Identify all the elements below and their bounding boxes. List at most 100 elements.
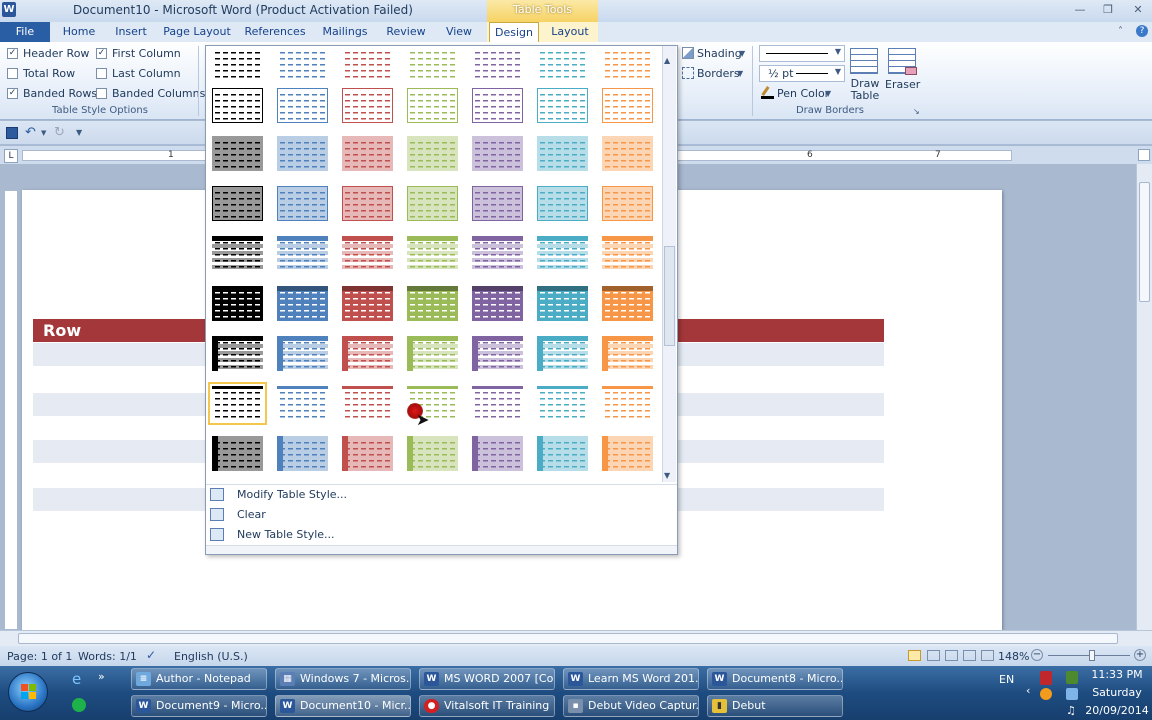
total-row-checkbox[interactable]: [7, 68, 18, 79]
start-button[interactable]: [8, 672, 48, 712]
taskbar-item[interactable]: W Document9 - Micro...: [131, 695, 267, 717]
borders-button[interactable]: Borders: [697, 67, 740, 80]
table-style-thumbnail[interactable]: [277, 436, 328, 471]
eraser-button[interactable]: Eraser: [885, 78, 920, 91]
full-screen-reading-icon[interactable]: [927, 650, 940, 661]
customize-qat-icon[interactable]: ▼: [76, 128, 82, 137]
eraser-icon[interactable]: [888, 48, 917, 75]
tab-insert[interactable]: Insert: [108, 22, 154, 42]
record-tray-icon[interactable]: [1040, 671, 1052, 685]
table-style-thumbnail[interactable]: [212, 236, 263, 271]
table-style-thumbnail[interactable]: [212, 336, 263, 371]
table-style-thumbnail[interactable]: [537, 336, 588, 371]
table-style-thumbnail[interactable]: [602, 236, 653, 271]
table-style-thumbnail[interactable]: [277, 286, 328, 321]
table-style-thumbnail[interactable]: [277, 46, 328, 81]
table-style-thumbnail[interactable]: [472, 136, 523, 171]
redo-icon[interactable]: ↻: [54, 125, 65, 140]
table-style-thumbnail[interactable]: [537, 136, 588, 171]
resize-grip[interactable]: [206, 545, 677, 554]
table-style-thumbnail[interactable]: [208, 382, 267, 425]
restore-icon[interactable]: ❐: [1097, 2, 1119, 18]
language-indicator[interactable]: English (U.S.): [174, 650, 248, 663]
tray-icon[interactable]: [1040, 688, 1052, 700]
banded-rows-checkbox[interactable]: ✓: [7, 88, 18, 99]
pen-color-button[interactable]: Pen Color: [777, 87, 829, 100]
print-layout-icon[interactable]: [908, 650, 921, 661]
clock-date[interactable]: 20/09/2014: [1082, 704, 1152, 717]
tab-review[interactable]: Review: [380, 22, 432, 42]
table-style-thumbnail[interactable]: [602, 136, 653, 171]
table-style-thumbnail[interactable]: [537, 436, 588, 471]
table-style-thumbnail[interactable]: [212, 46, 263, 81]
table-style-thumbnail[interactable]: [342, 386, 393, 421]
table-style-thumbnail[interactable]: [602, 286, 653, 321]
table-style-thumbnail[interactable]: [342, 136, 393, 171]
new-table-style-item[interactable]: New Table Style...: [206, 525, 677, 545]
gallery-scrollbar[interactable]: ▲ ▼: [662, 46, 676, 482]
scroll-thumb[interactable]: [18, 633, 1118, 644]
table-style-thumbnail[interactable]: [472, 336, 523, 371]
network-icon[interactable]: [1066, 688, 1078, 700]
zoom-in-icon[interactable]: +: [1134, 649, 1146, 661]
table-style-thumbnail[interactable]: [537, 46, 588, 81]
minimize-icon[interactable]: —: [1069, 2, 1091, 18]
table-style-thumbnail[interactable]: [407, 186, 458, 221]
undo-dropdown-icon[interactable]: ▼: [41, 129, 46, 137]
draw-table-icon[interactable]: [850, 48, 878, 74]
banded-columns-checkbox[interactable]: [96, 88, 107, 99]
draft-icon[interactable]: [981, 650, 994, 661]
close-icon[interactable]: ✕: [1127, 2, 1149, 18]
table-style-thumbnail[interactable]: [212, 286, 263, 321]
scroll-up-icon[interactable]: ▲: [664, 56, 670, 65]
table-style-thumbnail[interactable]: [342, 436, 393, 471]
table-style-thumbnail[interactable]: [277, 336, 328, 371]
word-count[interactable]: Words: 1/1: [78, 650, 137, 663]
scroll-down-icon[interactable]: ▼: [664, 471, 670, 480]
table-style-thumbnail[interactable]: [342, 236, 393, 271]
tab-layout[interactable]: Layout: [544, 22, 596, 42]
first-column-checkbox[interactable]: ✓: [96, 48, 107, 59]
tab-view[interactable]: View: [438, 22, 480, 42]
line-style-dropdown[interactable]: ▼: [759, 45, 845, 62]
table-style-thumbnail[interactable]: [407, 88, 458, 123]
table-style-thumbnail[interactable]: [472, 286, 523, 321]
clock-time[interactable]: 11:33 PM: [1086, 668, 1148, 681]
table-style-thumbnail[interactable]: [537, 186, 588, 221]
tab-design[interactable]: Design: [489, 22, 539, 42]
taskbar-item[interactable]: ≡ Author - Notepad: [131, 668, 267, 690]
table-style-thumbnail[interactable]: [277, 136, 328, 171]
page-count[interactable]: Page: 1 of 1: [7, 650, 72, 663]
clock-day[interactable]: Saturday: [1086, 686, 1148, 699]
table-style-thumbnail[interactable]: [602, 436, 653, 471]
last-column-checkbox[interactable]: [96, 68, 107, 79]
draw-borders-launcher-icon[interactable]: ↘: [913, 107, 920, 116]
table-style-thumbnail[interactable]: [342, 336, 393, 371]
volume-icon[interactable]: ♫: [1066, 704, 1076, 717]
taskbar-item[interactable]: ▮ Debut: [707, 695, 843, 717]
tab-file[interactable]: File: [0, 22, 50, 42]
tab-page-layout[interactable]: Page Layout: [160, 22, 234, 42]
taskbar-item[interactable]: W Learn MS Word 201...: [563, 668, 699, 690]
table-style-thumbnail[interactable]: [212, 186, 263, 221]
table-style-thumbnail[interactable]: [407, 436, 458, 471]
tab-home[interactable]: Home: [54, 22, 104, 42]
table-style-thumbnail[interactable]: [602, 386, 653, 421]
pen-color-dropdown-icon[interactable]: ▼: [825, 89, 831, 98]
zoom-level[interactable]: 148%: [998, 650, 1029, 663]
table-style-thumbnail[interactable]: [602, 186, 653, 221]
horizontal-scrollbar[interactable]: [0, 630, 1152, 646]
zoom-out-icon[interactable]: −: [1031, 649, 1043, 661]
table-style-thumbnail[interactable]: [537, 236, 588, 271]
draw-table-button[interactable]: Draw Table: [847, 78, 883, 102]
scroll-thumb[interactable]: [1139, 182, 1150, 302]
tab-mailings[interactable]: Mailings: [316, 22, 374, 42]
table-style-thumbnail[interactable]: [472, 88, 523, 123]
table-style-thumbnail[interactable]: [537, 286, 588, 321]
internet-explorer-icon[interactable]: e: [72, 670, 81, 688]
vertical-ruler[interactable]: [4, 190, 18, 630]
borders-dropdown-icon[interactable]: ▼: [737, 69, 743, 78]
table-style-thumbnail[interactable]: [537, 88, 588, 123]
save-icon[interactable]: [6, 127, 18, 139]
table-style-thumbnail[interactable]: [602, 46, 653, 81]
